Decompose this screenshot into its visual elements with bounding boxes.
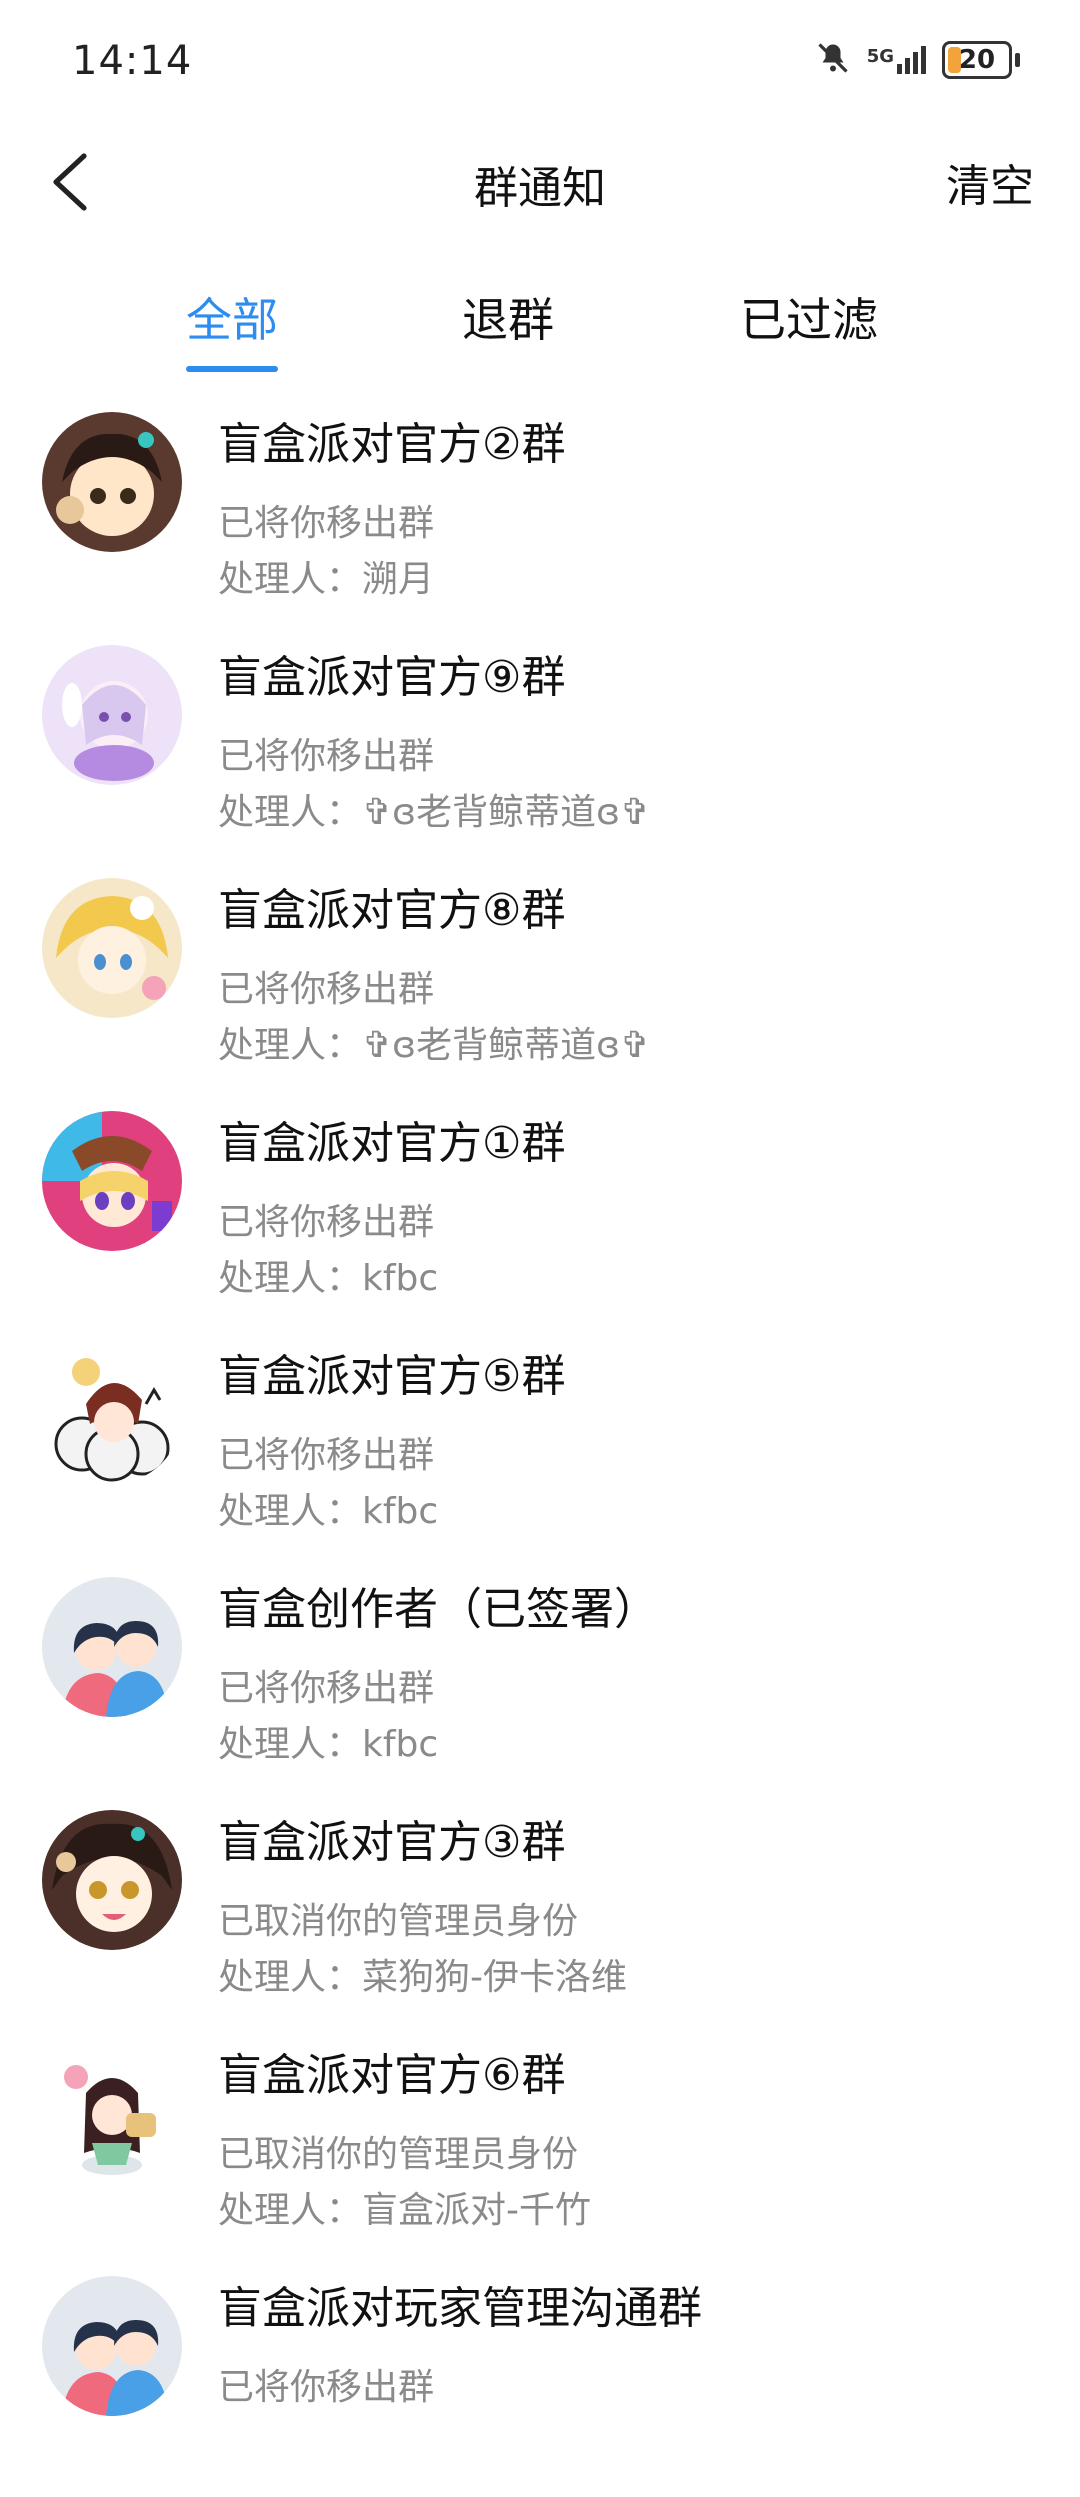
tab-all[interactable]: 全部 — [186, 284, 278, 372]
list-item[interactable]: 盲盒派对官方⑤群 已将你移出群 处理人：kfbc — [0, 1332, 1080, 1565]
tab-bar: 全部 退群 已过滤 — [0, 270, 1080, 372]
group-name: 盲盒创作者（已签署） — [218, 1584, 658, 1635]
tab-left-group[interactable]: 退群 — [462, 284, 554, 350]
notice-action: 已将你移出群 — [218, 1202, 435, 1243]
group-avatar — [42, 1344, 182, 1484]
battery-level: 20 — [958, 45, 996, 75]
list-item[interactable]: 盲盒派对官方②群 已将你移出群 处理人：溯月 — [0, 400, 1080, 633]
notice-handler: 处理人：kfbc — [218, 1258, 439, 1299]
list-item[interactable]: 盲盒派对官方⑨群 已将你移出群 处理人：✞ɞ老背鲸蒂道ɞ✞ — [0, 633, 1080, 866]
tab-all-label: 全部 — [186, 293, 278, 347]
tab-left-group-label: 退群 — [462, 293, 554, 347]
list-item[interactable]: 盲盒派对玩家管理沟通群 已将你移出群 — [0, 2264, 1080, 2497]
group-avatar — [42, 645, 182, 785]
list-item[interactable]: 盲盒创作者（已签署） 已将你移出群 处理人：kfbc — [0, 1565, 1080, 1798]
tab-filtered[interactable]: 已过滤 — [740, 284, 878, 350]
notice-handler: 处理人：✞ɞ老背鲸蒂道ɞ✞ — [218, 1025, 651, 1066]
notice-action: 已取消你的管理员身份 — [218, 2134, 579, 2175]
notice-action: 已取消你的管理员身份 — [218, 1901, 579, 1942]
group-name: 盲盒派对官方⑧群 — [218, 885, 566, 936]
group-name: 盲盒派对官方⑥群 — [218, 2050, 566, 2101]
tab-filtered-label: 已过滤 — [740, 293, 878, 347]
notice-action: 已将你移出群 — [218, 1668, 435, 1709]
group-name: 盲盒派对玩家管理沟通群 — [218, 2283, 702, 2334]
5g-signal-icon: 5G — [867, 46, 926, 74]
group-avatar — [42, 1111, 182, 1251]
notification-list: 盲盒派对官方②群 已将你移出群 处理人：溯月 盲盒派对官方⑨群 已将你移出群 处… — [0, 400, 1080, 2497]
status-time: 14:14 — [72, 38, 193, 84]
group-avatar — [42, 878, 182, 1018]
header: 群通知 清空 — [0, 130, 1080, 240]
notice-action: 已将你移出群 — [218, 503, 435, 544]
list-item[interactable]: 盲盒派对官方⑧群 已将你移出群 处理人：✞ɞ老背鲸蒂道ɞ✞ — [0, 866, 1080, 1099]
notice-action: 已将你移出群 — [218, 969, 435, 1010]
active-tab-indicator — [186, 366, 278, 372]
notice-handler: 处理人：溯月 — [218, 559, 435, 600]
group-name: 盲盒派对官方⑤群 — [218, 1351, 566, 1402]
notice-handler: 处理人：菜狗狗-伊卡洛维 — [218, 1957, 627, 1998]
group-name: 盲盒派对官方⑨群 — [218, 652, 566, 703]
notice-action: 已将你移出群 — [218, 736, 435, 777]
group-avatar — [42, 412, 182, 552]
group-name: 盲盒派对官方①群 — [218, 1118, 566, 1169]
mute-bell-icon — [815, 40, 851, 80]
notice-action: 已将你移出群 — [218, 2367, 435, 2408]
list-item[interactable]: 盲盒派对官方③群 已取消你的管理员身份 处理人：菜狗狗-伊卡洛维 — [0, 1798, 1080, 2031]
clear-button[interactable]: 清空 — [946, 150, 1034, 214]
default-group-icon — [42, 2276, 182, 2416]
notice-handler: 处理人：✞ɞ老背鲸蒂道ɞ✞ — [218, 792, 651, 833]
page-title: 群通知 — [474, 163, 606, 214]
group-avatar — [42, 1810, 182, 1950]
network-type: 5G — [866, 46, 894, 67]
group-avatar — [42, 2043, 182, 2183]
notice-handler: 处理人：kfbc — [218, 1491, 439, 1532]
battery-icon: 20 — [942, 41, 1020, 79]
notice-handler: 处理人：盲盒派对-千竹 — [218, 2190, 591, 2231]
status-bar: 14:14 5G 20 — [0, 0, 1080, 130]
list-item[interactable]: 盲盒派对官方①群 已将你移出群 处理人：kfbc — [0, 1099, 1080, 1332]
status-icons: 5G 20 — [815, 40, 1020, 80]
group-name: 盲盒派对官方②群 — [218, 419, 566, 470]
list-item[interactable]: 盲盒派对官方⑥群 已取消你的管理员身份 处理人：盲盒派对-千竹 — [0, 2031, 1080, 2264]
notice-action: 已将你移出群 — [218, 1435, 435, 1476]
default-group-icon — [42, 1577, 182, 1717]
notice-handler: 处理人：kfbc — [218, 1724, 439, 1765]
group-name: 盲盒派对官方③群 — [218, 1817, 566, 1868]
